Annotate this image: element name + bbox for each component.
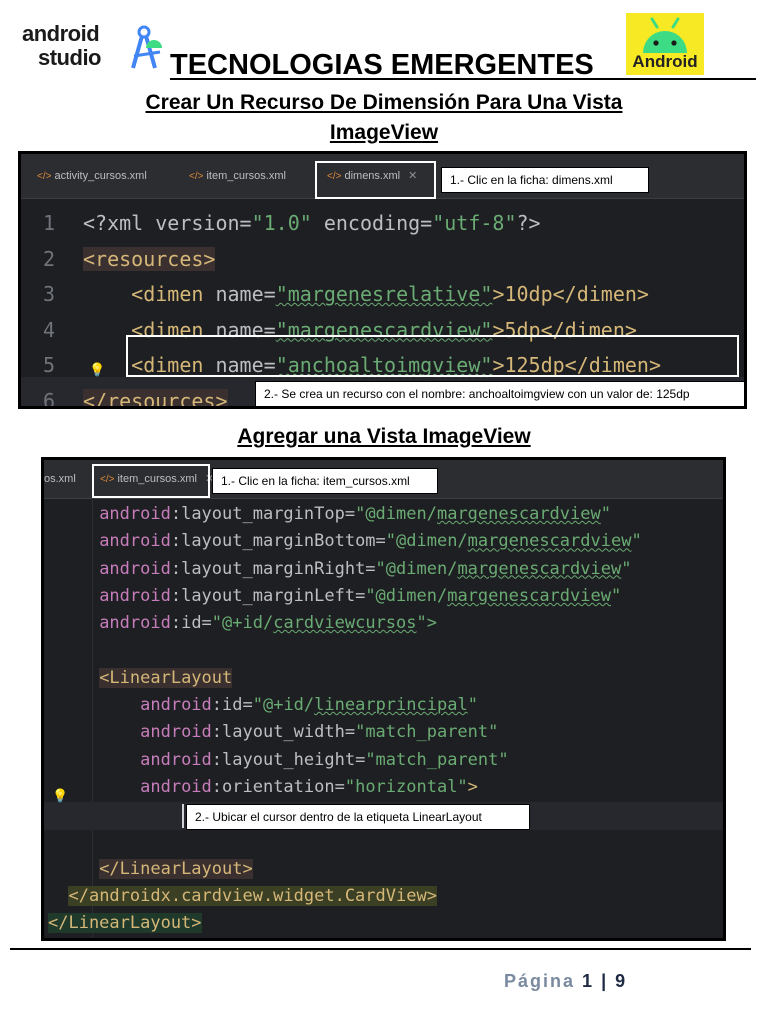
code-line-3: <dimen name="margenesrelative">10dp</dim… — [131, 282, 649, 306]
logo-text-line2: studio — [38, 45, 102, 70]
code-row-6: <LinearLayout — [99, 667, 233, 688]
highlight-box-item-cursos-tab — [92, 464, 210, 498]
code-row-9: android:layout_height="match_parent" — [140, 749, 509, 770]
code-xml-item-cursos[interactable]: android:layout_marginTop="@dimen/margene… — [48, 501, 642, 938]
code-row-5: android:id="@+id/cardviewcursos"> — [99, 613, 437, 634]
line-number-gutter: 1 2 3 4 5 6 — [42, 211, 56, 409]
android-logo: Android — [626, 13, 704, 75]
section1-title-line1: Crear Un Recurso De Dimensión Para Una V… — [145, 91, 623, 114]
code-row-3: android:layout_marginRight="@dimen/marge… — [99, 558, 632, 579]
code-row-13: </LinearLayout> — [48, 913, 202, 934]
tab-item-cursos[interactable]: </> item_cursos.xml — [189, 154, 286, 198]
section2-title: Agregar una Vista ImageView — [237, 425, 531, 448]
code-row-4: android:layout_marginLeft="@dimen/margen… — [99, 585, 622, 606]
code-row-2: android:layout_marginBottom="@dimen/marg… — [99, 531, 642, 552]
xml-file-icon: </> — [189, 171, 204, 182]
code-line-2: <resources> — [83, 246, 216, 271]
android-studio-compass-icon — [131, 25, 162, 69]
callout-step1: 1.- Clic en la ficha: dimens.xml — [441, 167, 649, 193]
android-logo-label: Android — [632, 52, 698, 71]
callout-step2: 2.- Se crea un recurso con el nombre: an… — [255, 381, 744, 406]
code-line-6: </resources> — [83, 388, 228, 406]
lightbulb-icon[interactable]: 💡 — [89, 362, 105, 378]
highlight-box-anchoaltoimgview — [126, 335, 739, 377]
tab-partial-xml[interactable]: os.xml — [44, 460, 76, 498]
item-cursos-editor-panel: os.xml </> item_cursos.xml ✕ 1.- Clic en l… — [41, 457, 726, 941]
callout-step1: 1.- Clic en la ficha: item_cursos.xml — [212, 468, 438, 494]
tab-activity-cursos[interactable]: </> activity_cursos.xml — [37, 154, 147, 198]
code-line-1: <?xml version="1.0" encoding="utf-8"?> — [83, 211, 541, 235]
footer-rule — [10, 948, 751, 950]
dimens-editor-panel: </> activity_cursos.xml </> item_cursos.xm… — [18, 151, 747, 409]
header-rule — [170, 78, 756, 80]
highlight-box-dimens-tab — [315, 161, 436, 199]
code-row-12: </androidx.cardview.widget.CardView> — [68, 886, 437, 907]
section1-title-line2: ImageView — [329, 121, 439, 144]
callout-step2: 2.- Ubicar el cursor dentro de la etique… — [186, 804, 530, 830]
logo-text-line1: android — [22, 21, 100, 46]
code-row-10: android:orientation="horizontal"> — [140, 776, 478, 797]
code-row-8: android:layout_width="match_parent" — [140, 722, 499, 743]
xml-file-icon: </> — [37, 171, 52, 182]
page-number: Página 1 | 9 — [504, 971, 628, 991]
document-header-title: TECNOLOGIAS EMERGENTES — [170, 49, 594, 81]
code-row-7: android:id="@+id/linearprincipal" — [140, 695, 478, 716]
android-robot-icon — [643, 17, 687, 53]
code-row-11: </LinearLayout> — [99, 858, 253, 879]
code-row-1: android:layout_marginTop="@dimen/margene… — [99, 504, 611, 524]
code-xml-dimens[interactable]: <?xml version="1.0" encoding="utf-8"?> <… — [83, 206, 661, 406]
android-studio-logo: android studio — [22, 22, 162, 74]
